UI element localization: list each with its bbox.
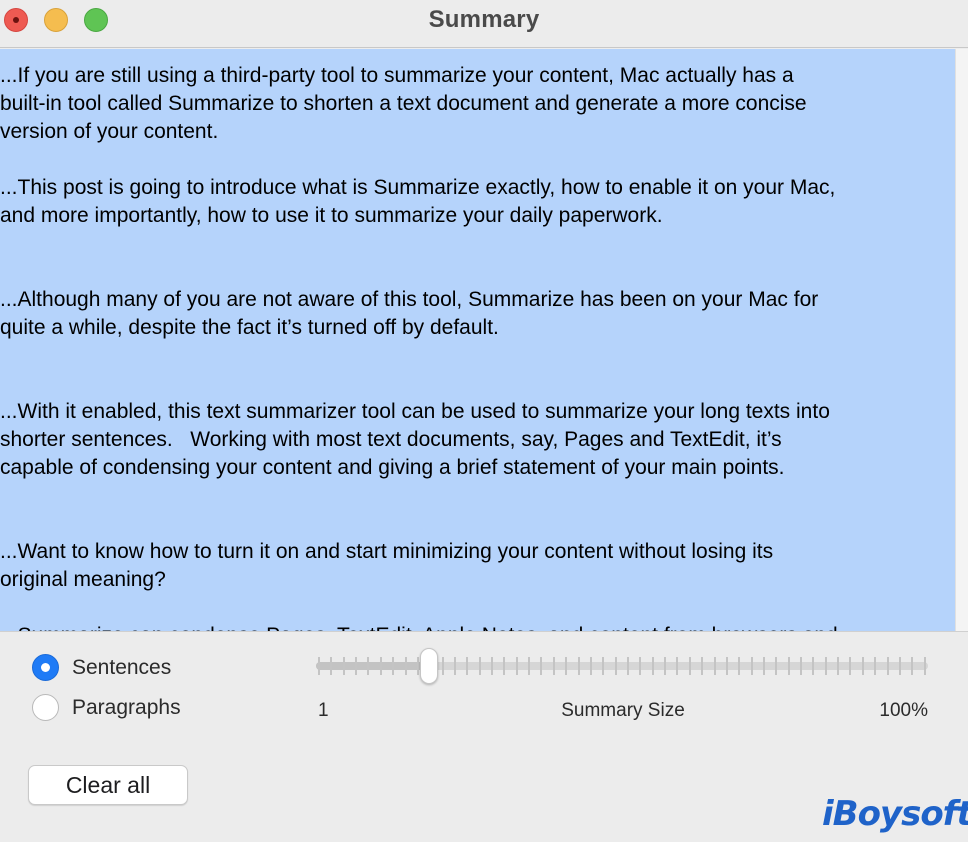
slider-tick	[664, 657, 667, 675]
slider-tick	[392, 657, 395, 675]
summary-paragraph: ...If you are still using a third-party …	[0, 64, 807, 143]
slider-tick	[379, 657, 382, 675]
slider-ticks	[318, 657, 926, 675]
slider-tick	[503, 657, 506, 675]
slider-tick	[602, 657, 605, 675]
slider-tick	[453, 657, 456, 675]
radio-option-paragraphs[interactable]: Paragraphs	[32, 694, 181, 721]
iboysoft-watermark-logo: iBoysoft	[822, 794, 968, 834]
slider-tick	[800, 657, 803, 675]
slider-tick	[639, 657, 642, 675]
slider-tick	[750, 657, 753, 675]
slider-tick	[898, 657, 901, 675]
slider-tick	[342, 657, 345, 675]
slider-tick	[849, 657, 852, 675]
slider-tick	[713, 657, 716, 675]
slider-tick	[861, 657, 864, 675]
slider-tick	[540, 657, 543, 675]
slider-tick	[812, 657, 815, 675]
summary-window: Summary ...If you are still using a thir…	[0, 0, 968, 842]
slider-knob[interactable]	[419, 648, 438, 684]
summary-size-slider[interactable]	[316, 648, 928, 684]
slider-caption: Summary Size	[561, 700, 685, 721]
slider-tick	[738, 657, 741, 675]
summary-paragraph: ...Summarize can condense Pages, TextEdi…	[0, 622, 958, 631]
radio-option-sentences[interactable]: Sentences	[32, 654, 171, 681]
slider-tick	[416, 657, 419, 675]
slider-tick	[651, 657, 654, 675]
slider-min-label: 1	[318, 700, 329, 721]
summary-text-view[interactable]: ...If you are still using a third-party …	[0, 49, 968, 631]
slider-tick	[787, 657, 790, 675]
summary-paragraphs: ...If you are still using a third-party …	[0, 62, 958, 631]
slider-tick	[676, 657, 679, 675]
slider-tick	[515, 657, 518, 675]
window-title: Summary	[428, 6, 540, 33]
slider-tick	[688, 657, 691, 675]
slider-tick	[762, 657, 765, 675]
slider-tick	[837, 657, 840, 675]
slider-tick	[626, 657, 629, 675]
title-bar: Summary	[0, 0, 968, 48]
slider-tick	[874, 657, 877, 675]
slider-tick	[701, 657, 704, 675]
summary-paragraph: ...With it enabled, this text summarizer…	[0, 400, 830, 479]
slider-max-label: 100%	[879, 700, 928, 721]
slider-tick	[367, 657, 370, 675]
slider-tick	[775, 657, 778, 675]
slider-tick	[355, 657, 358, 675]
slider-tick	[577, 657, 580, 675]
clear-all-button[interactable]: Clear all	[28, 765, 188, 805]
slider-tick	[318, 657, 320, 675]
slider-tick	[330, 657, 333, 675]
vertical-scrollbar[interactable]	[955, 49, 968, 631]
radio-button-paragraphs[interactable]	[32, 694, 59, 721]
radio-label-paragraphs: Paragraphs	[72, 695, 181, 719]
slider-tick	[923, 657, 926, 675]
summary-paragraph: ...Want to know how to turn it on and st…	[0, 540, 774, 591]
slider-tick	[466, 657, 469, 675]
slider-tick	[589, 657, 592, 675]
slider-tick	[552, 657, 555, 675]
slider-tick	[725, 657, 728, 675]
radio-label-sentences: Sentences	[72, 655, 172, 679]
slider-tick	[565, 657, 568, 675]
summary-paragraph: ...Although many of you are not aware of…	[0, 288, 819, 339]
slider-tick	[478, 657, 481, 675]
slider-tick	[404, 657, 407, 675]
slider-tick	[824, 657, 827, 675]
slider-tick	[614, 657, 617, 675]
slider-tick	[441, 657, 444, 675]
slider-tick	[886, 657, 889, 675]
slider-tick	[911, 657, 914, 675]
radio-button-sentences[interactable]	[32, 654, 59, 681]
slider-tick	[491, 657, 494, 675]
summary-paragraph: ...This post is going to introduce what …	[0, 176, 836, 227]
slider-tick	[528, 657, 531, 675]
